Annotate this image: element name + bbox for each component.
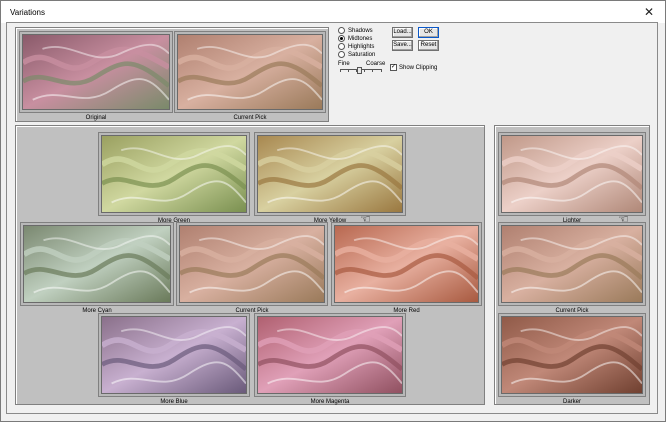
title-bar: Variations ✕: [1, 1, 665, 23]
current-pick-right-thumbnail[interactable]: Current Pick: [498, 222, 646, 314]
more-blue-thumbnail[interactable]: More Blue: [98, 313, 250, 405]
fine-label: Fine: [338, 61, 350, 67]
radio-shadows[interactable]: Shadows: [338, 27, 373, 34]
load-button[interactable]: Load...: [392, 27, 413, 38]
reset-button[interactable]: Reset: [418, 40, 439, 51]
radio-saturation-dot[interactable]: [338, 51, 345, 58]
coarse-label: Coarse: [366, 61, 386, 67]
darker-label: Darker: [562, 399, 581, 405]
current-pick-center-thumbnail[interactable]: Current Pick: [176, 222, 328, 314]
color-variations-panel: More Green More Yellow More Cyan Current…: [15, 125, 485, 405]
fine-coarse-slider-thumb[interactable]: [357, 67, 362, 74]
radio-saturation[interactable]: Saturation: [338, 51, 375, 58]
current-pick-top-label: Current Pick: [233, 115, 267, 121]
save-button[interactable]: Save...: [392, 40, 413, 51]
radio-midtones[interactable]: Midtones: [338, 35, 372, 42]
hand-pointer-icon: ☜: [360, 212, 371, 226]
current-pick-top-thumbnail: Current Pick: [174, 31, 326, 121]
original-current-panel: Original Current Pick: [15, 27, 329, 122]
show-clipping-checkbox[interactable]: ✓ Show Clipping: [390, 64, 437, 71]
slider-tick: [372, 69, 373, 72]
more-yellow-thumbnail[interactable]: More Yellow: [254, 132, 406, 224]
original-label: Original: [85, 115, 107, 121]
slider-tick: [364, 69, 365, 72]
more-magenta-label: More Magenta: [310, 399, 350, 405]
slider-tick: [381, 69, 382, 72]
show-clipping-check-icon[interactable]: ✓: [390, 64, 397, 71]
original-thumbnail: Original: [19, 31, 173, 121]
close-icon[interactable]: ✕: [641, 5, 657, 19]
more-green-thumbnail[interactable]: More Green: [98, 132, 250, 224]
more-red-thumbnail[interactable]: More Red: [331, 222, 482, 314]
darker-thumbnail[interactable]: Darker: [498, 313, 646, 405]
lighter-thumbnail[interactable]: Lighter: [498, 132, 646, 224]
brightness-panel: Lighter Current Pick Darker: [494, 125, 650, 405]
more-magenta-thumbnail[interactable]: More Magenta: [254, 313, 406, 405]
radio-highlights[interactable]: Highlights: [338, 43, 374, 50]
radio-midtones-dot[interactable]: [338, 35, 345, 42]
slider-tick: [348, 69, 349, 72]
hand-pointer-icon: ☜: [618, 212, 629, 226]
ok-button[interactable]: OK: [418, 27, 439, 38]
radio-highlights-dot[interactable]: [338, 43, 345, 50]
more-cyan-thumbnail[interactable]: More Cyan: [20, 222, 174, 314]
show-clipping-label: Show Clipping: [399, 64, 438, 71]
more-blue-label: More Blue: [160, 399, 188, 405]
slider-tick: [340, 69, 341, 72]
radio-shadows-dot[interactable]: [338, 27, 345, 34]
window-title: Variations: [10, 8, 45, 17]
